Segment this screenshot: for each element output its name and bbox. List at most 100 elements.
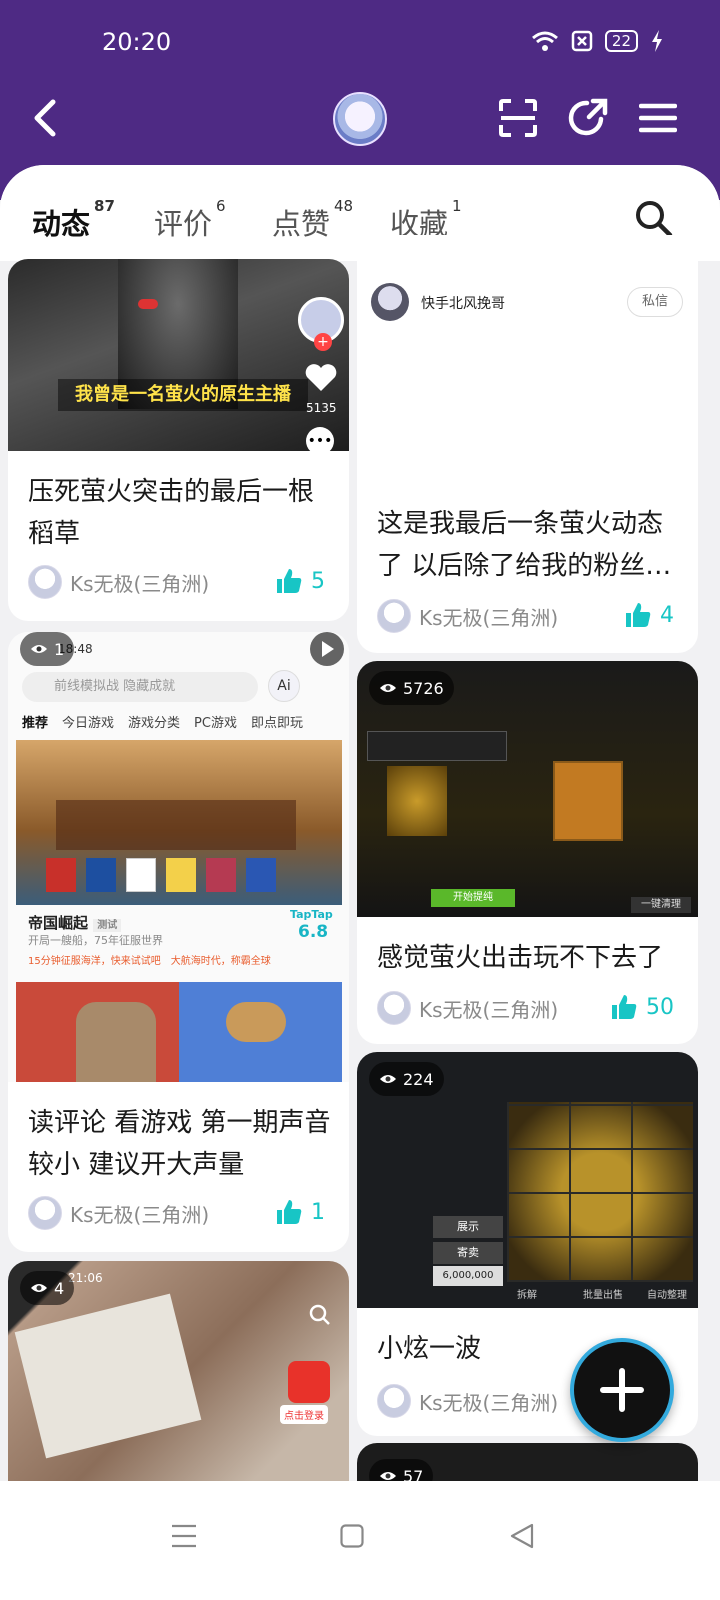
view-count-badge: 1 [20,632,75,666]
tab-likes[interactable]: 点赞 48 [272,197,353,243]
search-button[interactable] [634,199,674,239]
post-author[interactable]: Ks无极(三角洲) [377,991,558,1025]
status-icons: 22 [531,30,664,52]
create-post-button[interactable] [570,1338,674,1442]
shot-tab: 今日游戏 [62,716,115,731]
game-title-text: 帝国崛起 [28,914,89,932]
status-bar: 20:20 22 [0,0,720,88]
consign-button: 寄卖 [433,1242,503,1264]
flag-england [46,858,76,892]
thumbs-up-icon [626,603,651,627]
menu-lines-icon [172,1524,196,1548]
view-count: 1 [54,639,65,659]
search-icon[interactable] [308,1303,332,1327]
view-count: 4 [54,1278,65,1298]
view-count-badge: 4 [20,1271,75,1305]
tab-count: 87 [94,197,115,215]
share-icon [568,98,608,136]
play-button[interactable] [310,632,344,666]
cartoon-soldier [76,1002,156,1082]
thumbs-up-icon [277,1200,302,1224]
second-game-banner [16,982,342,1082]
post-card[interactable]: + 我曾是一名萤火的原生主播 5135 ••• 压死萤火突击的最后一根稻草 Ks… [8,259,349,621]
author-avatar [28,565,62,599]
shot-tab: PC游戏 [194,716,237,731]
thumbs-up-icon [277,569,302,593]
post-thumbnail: 57 [357,1443,698,1481]
auto-sort-label: 自动整理 [647,1290,687,1301]
more-options-icon[interactable]: ••• [306,427,334,451]
post-thumbnail: 开始提纯 一键清理 5726 [357,661,698,917]
post-author[interactable]: Ks无极(三角洲) [377,1384,558,1418]
post-card[interactable]: 快手北风挽哥 私信 这是我最后一条萤火动态了 以后除了给我的粉丝… Ks无极(三… [357,235,698,653]
tab-count: 48 [334,197,354,215]
game-desc: 开局一艘船，75年征服世界 [28,934,163,947]
view-count-badge: 57 [369,1459,434,1482]
shot-tab: 游戏分类 [128,716,181,731]
game-score: 6.8 [298,922,329,942]
tab-count: 6 [216,197,226,215]
share-button[interactable] [564,94,612,142]
like-count: 4 [660,602,674,628]
back-button[interactable] [22,94,70,142]
tab-reviews[interactable]: 评价 6 [154,197,226,243]
like-button[interactable]: 4 [624,601,674,629]
taptap-brand: TapTap [290,908,333,921]
post-author[interactable]: Ks无极(三角洲) [377,599,558,633]
back-nav-button[interactable] [492,1511,552,1561]
tab-posts[interactable]: 动态 87 [32,197,115,253]
like-count: 1 [311,1199,325,1225]
profile-avatar[interactable] [333,92,387,146]
post-card[interactable]: 开始提纯 一键清理 5726 感觉萤火出击玩不下去了 Ks无极(三角洲) 50 [357,661,698,1044]
clear-button: 一键清理 [631,897,691,913]
no-sim-icon [571,30,593,52]
post-thumbnail: 快手北风挽哥 私信 [357,235,698,475]
item-grid [507,1102,693,1282]
search-icon [636,201,673,238]
dm-button[interactable]: 私信 [627,287,683,317]
scan-button[interactable] [494,94,542,142]
flag-sweden [86,858,116,892]
post-thumbnail: 展示 寄卖 6,000,000 拆解 批量出售 自动整理 224 [357,1052,698,1308]
follower-name: 快手北风挽哥 [421,296,505,312]
login-badge[interactable]: 点击登录 [280,1405,328,1424]
shot-tab: 即点即玩 [250,716,303,731]
home-button[interactable] [322,1511,382,1561]
post-author[interactable]: Ks无极(三角洲) [28,565,209,599]
flag-france [246,858,276,892]
like-button[interactable]: 5 [275,567,325,595]
menu-button[interactable] [634,94,682,142]
game-tag: 测试 [93,919,122,932]
post-author[interactable]: Ks无极(三角洲) [28,1196,209,1230]
view-count-badge: 5726 [369,671,454,705]
post-card[interactable]: 21:06 点击登录 4 [8,1261,349,1481]
view-count: 57 [403,1466,424,1482]
post-card[interactable]: 57 [357,1443,698,1481]
scan-icon [499,99,537,137]
video-overlay-caption: 我曾是一名萤火的原生主播 [58,379,308,411]
post-card[interactable]: 18:48 前线模拟战 隐藏成就 Ai 推荐 今日游戏 游戏分类 PC游戏 即点… [8,632,349,1252]
follow-plus-icon[interactable]: + [314,333,332,351]
red-envelope-icon[interactable] [288,1361,330,1403]
menu-icon [639,103,677,133]
author-avatar [377,1384,411,1418]
shot-search-bar: 前线模拟战 隐藏成就 [22,672,258,702]
header [0,88,720,168]
author-avatar [377,599,411,633]
recents-button[interactable] [154,1511,214,1561]
promo-text: 15分钟征服海洋，快来试试吧 [28,956,161,967]
author-name: Ks无极(三角洲) [70,1202,210,1227]
like-button[interactable]: 1 [275,1198,325,1226]
flag-row [46,858,276,892]
post-thumbnail: 18:48 前线模拟战 隐藏成就 Ai 推荐 今日游戏 游戏分类 PC游戏 即点… [8,632,349,1082]
heart-icon[interactable] [304,363,338,393]
show-button: 展示 [433,1216,503,1238]
play-icon [322,641,334,657]
game-banner [16,740,342,905]
view-count-badge: 224 [369,1062,444,1096]
back-arrow-icon [34,99,56,137]
purify-button: 开始提纯 [431,889,515,907]
price-field: 6,000,000 [433,1266,503,1286]
post-title: 读评论 看游戏 第一期声音较小 建议开大声量 [28,1108,331,1180]
like-button[interactable]: 50 [610,993,674,1021]
